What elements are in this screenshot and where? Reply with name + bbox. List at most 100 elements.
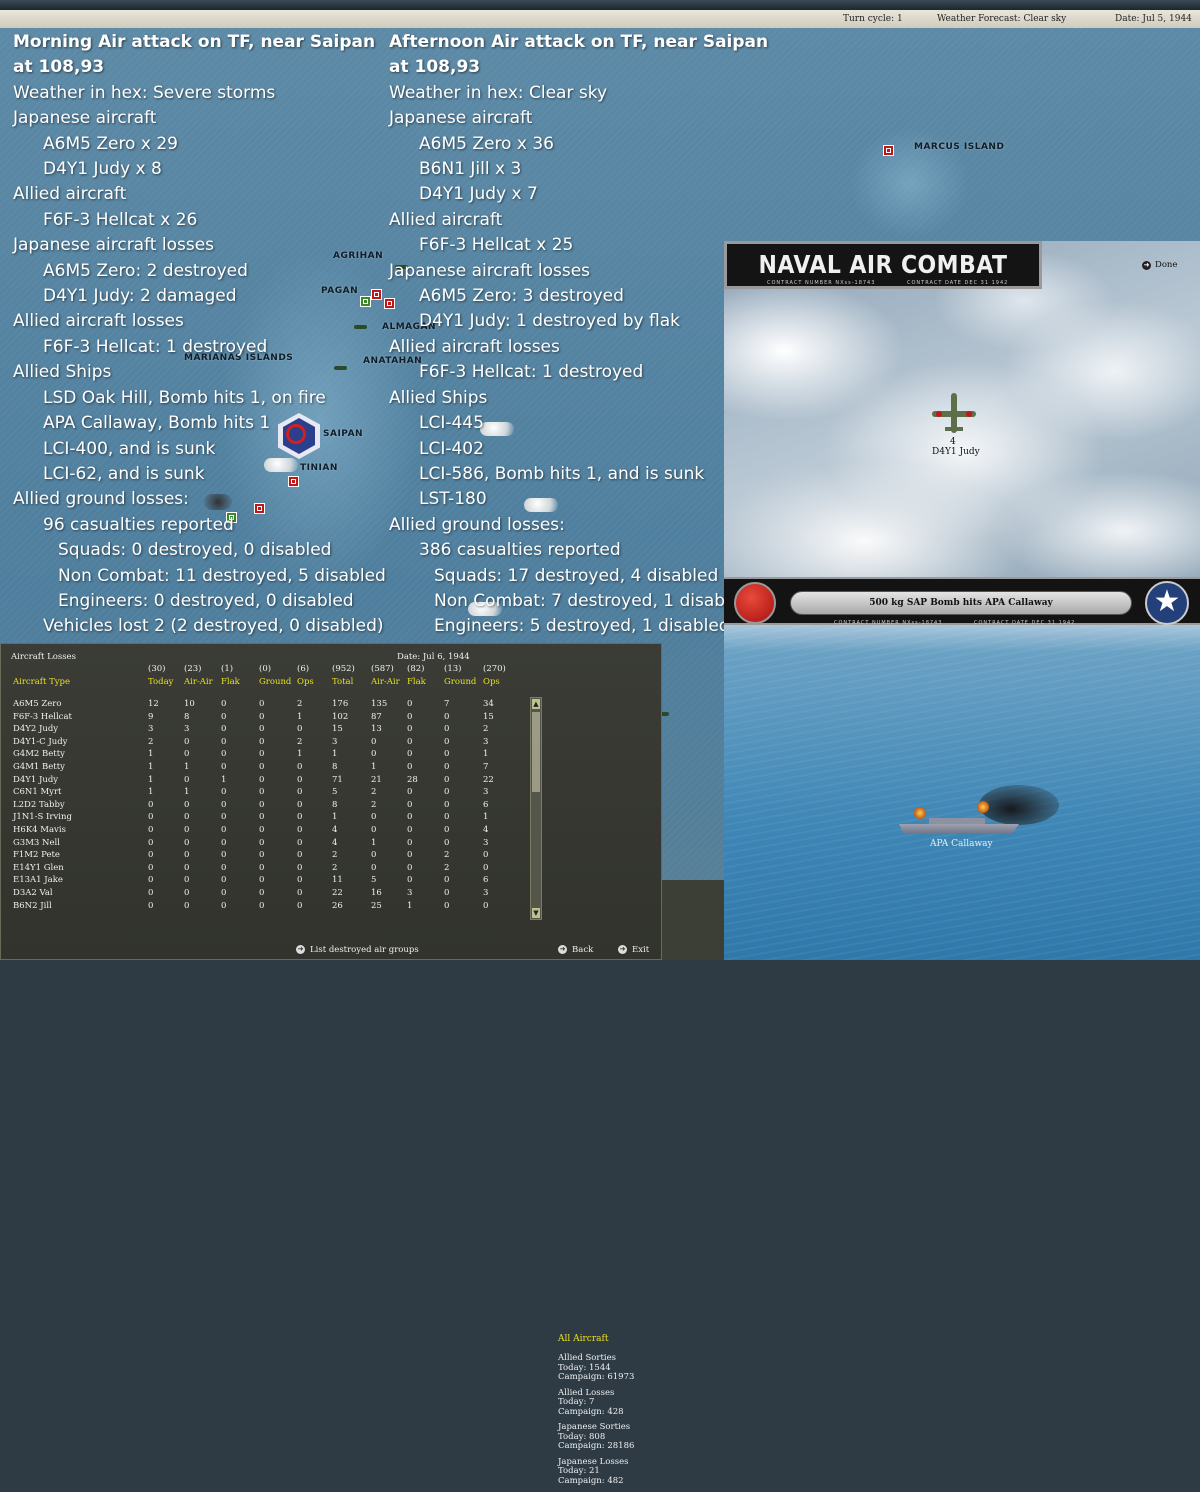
loss-cell: 0: [259, 749, 265, 760]
loss-cell: 2: [332, 850, 338, 861]
loss-cell: 0: [221, 724, 227, 735]
loss-cell: 0: [444, 888, 450, 898]
loss-cell: 6: [483, 875, 489, 886]
table-row[interactable]: B6N2 Jill 0 0 0 0 0 26 25 1 0 0: [1, 901, 531, 914]
aircraft-type-cell: E14Y1 Glen: [13, 862, 64, 873]
block-label: Allied Losses: [558, 1387, 615, 1398]
loss-cell: 0: [259, 900, 265, 911]
table-row[interactable]: J1N1-S Irving 0 0 0 0 0 1 0 0 0 1: [1, 812, 531, 825]
table-row[interactable]: D4Y1 Judy 1 0 1 0 0 71 21 28 0 22: [1, 775, 531, 788]
loss-cell: 8: [332, 799, 338, 810]
table-row[interactable]: H6K4 Mavis 0 0 0 0 0 4 0 0 0 4: [1, 825, 531, 838]
loss-cell: 0: [444, 812, 450, 823]
unit-marker-marcus[interactable]: [883, 145, 894, 156]
loss-cell: 3: [407, 888, 413, 898]
loss-cell: 0: [407, 749, 413, 760]
loss-cell: 0: [184, 888, 190, 898]
loss-cell: 0: [221, 799, 227, 810]
arrow-icon: ➜: [618, 945, 627, 954]
aircraft-type-cell: D4Y1-C Judy: [13, 736, 68, 747]
ship-line: LST-180: [419, 489, 487, 510]
table-row[interactable]: C6N1 Myrt 1 1 0 0 0 5 2 0 0 3: [1, 787, 531, 800]
ground-loss-line: Engineers: 0 destroyed, 0 disabled: [58, 590, 354, 611]
loss-cell: 0: [148, 875, 154, 886]
table-row[interactable]: D4Y2 Judy 3 3 0 0 0 15 13 0 0 2: [1, 724, 531, 737]
loss-cell: 10: [184, 699, 195, 709]
total-cell: (6): [297, 664, 310, 674]
ship-line: LCI-400, and is sunk: [43, 438, 216, 459]
table-row[interactable]: G3M3 Nell 0 0 0 0 0 4 1 0 0 3: [1, 838, 531, 851]
table-row[interactable]: D4Y1-C Judy 2 0 0 0 2 3 0 0 0 3: [1, 737, 531, 750]
loss-cell: 0: [184, 862, 190, 873]
loss-cell: 7: [483, 762, 489, 772]
loss-cell: 0: [259, 888, 265, 898]
loss-cell: 0: [371, 749, 377, 760]
loss-cell: 0: [407, 850, 413, 861]
aircraft-type-cell: H6K4 Mavis: [13, 825, 66, 835]
loss-cell: 2: [332, 862, 338, 873]
scroll-down-icon[interactable]: ▼: [532, 908, 540, 918]
casualties-line: 96 casualties reported: [43, 514, 234, 535]
table-row[interactable]: G4M1 Betty 1 1 0 0 0 8 1 0 0 7: [1, 762, 531, 775]
allied-aircraft-line: F6F-3 Hellcat x 26: [43, 209, 198, 230]
table-row[interactable]: F6F-3 Hellcat 9 8 0 0 1 102 87 0 0 15: [1, 712, 531, 725]
loss-cell: 0: [184, 799, 190, 810]
column-header: Flak: [221, 677, 240, 687]
jp-aircraft-line: B6N1 Jill x 3: [419, 159, 522, 180]
list-destroyed-air-groups-button[interactable]: ➜ List destroyed air groups: [296, 945, 419, 955]
table-row[interactable]: E13A1 Jake 0 0 0 0 0 11 5 0 0 6: [1, 875, 531, 888]
contract-date: CONTRACT DATE DEC 31 1942: [907, 280, 1009, 286]
jp-loss-line: A6M5 Zero: 2 destroyed: [43, 260, 248, 281]
scroll-thumb[interactable]: [532, 712, 540, 792]
loss-cell: 0: [297, 724, 303, 735]
loss-cell: 34: [483, 699, 494, 709]
loss-cell: 3: [332, 736, 338, 747]
table-row[interactable]: D3A2 Val 0 0 0 0 0 22 16 3 0 3: [1, 888, 531, 901]
report-weather: Weather in hex: Severe storms: [13, 82, 276, 103]
loss-cell: 0: [371, 850, 377, 861]
exit-button[interactable]: ➜ Exit: [618, 945, 649, 955]
losses-scrollbar[interactable]: ▲ ▼: [530, 697, 542, 920]
loss-cell: 0: [407, 799, 413, 810]
total-cell: (23): [184, 664, 202, 674]
transport-ship-icon: [899, 818, 1019, 834]
loss-cell: 0: [297, 875, 303, 886]
ship-line: LSD Oak Hill, Bomb hits 1, on fire: [43, 387, 326, 408]
table-row[interactable]: E14Y1 Glen 0 0 0 0 0 2 0 0 2 0: [1, 863, 531, 876]
table-row[interactable]: G4M2 Betty 1 0 0 0 1 1 0 0 0 1: [1, 749, 531, 762]
loss-cell: 0: [221, 711, 227, 722]
loss-cell: 0: [444, 762, 450, 772]
losses-title: Aircraft Losses: [11, 652, 76, 662]
loss-cell: 8: [332, 762, 338, 772]
loss-cell: 0: [444, 774, 450, 785]
map-label-marcus: MARCUS ISLAND: [914, 142, 1005, 152]
loss-cell: 0: [259, 850, 265, 861]
column-header: Air-Air: [184, 677, 213, 687]
block-label: Japanese Sorties: [558, 1422, 631, 1432]
loss-cell: 0: [444, 837, 450, 848]
scroll-up-icon[interactable]: ▲: [532, 699, 540, 709]
table-row[interactable]: L2D2 Tabby 0 0 0 0 0 8 2 0 0 6: [1, 800, 531, 813]
done-button[interactable]: ➜ Done: [1142, 260, 1177, 270]
allied-sorties-block: Allied Sorties Today: 1544 Campaign: 619…: [558, 1353, 658, 1383]
loss-cell: 1: [371, 837, 377, 848]
loss-cell: 1: [407, 900, 413, 911]
loss-cell: 0: [407, 787, 413, 798]
loss-cell: 0: [221, 825, 227, 835]
table-row[interactable]: A6M5 Zero 12 10 0 0 2 176 135 0 7 34: [1, 699, 531, 712]
column-header: Ops: [483, 677, 500, 687]
loss-cell: 1: [184, 762, 190, 772]
loss-cell: 1: [297, 711, 303, 722]
ground-losses-header: Allied ground losses:: [389, 514, 565, 535]
loss-cell: 0: [148, 888, 154, 898]
loss-cell: 0: [444, 736, 450, 747]
column-header: Air-Air: [371, 677, 400, 687]
loss-cell: 0: [371, 862, 377, 873]
aircraft-type-cell: A6M5 Zero: [13, 699, 62, 709]
table-row[interactable]: F1M2 Pete 0 0 0 0 0 2 0 0 2 0: [1, 850, 531, 863]
loss-cell: 21: [371, 774, 382, 785]
back-button[interactable]: ➜ Back: [558, 945, 593, 955]
fire-icon: [914, 807, 926, 819]
us-star-roundel-icon: ★: [1145, 581, 1189, 625]
loss-cell: 1: [483, 749, 489, 760]
